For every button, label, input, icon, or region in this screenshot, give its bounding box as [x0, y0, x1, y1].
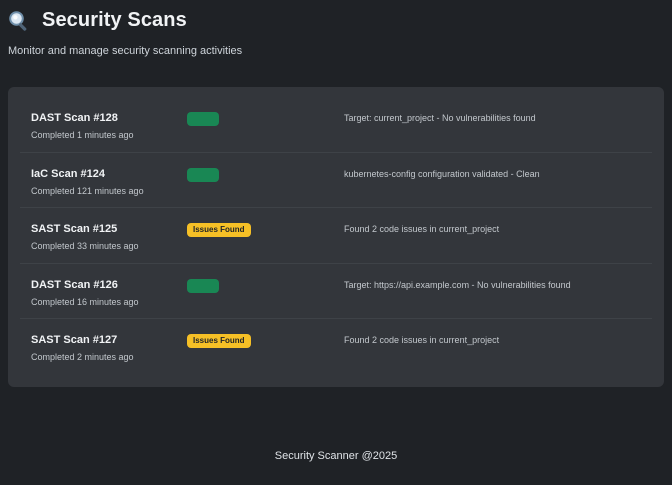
- scan-row[interactable]: SAST Scan #127 Completed 2 minutes ago I…: [20, 319, 652, 375]
- scan-completed-time: Completed 121 minutes ago: [31, 185, 144, 196]
- search-icon: [8, 10, 30, 32]
- scan-completed-time: Completed 33 minutes ago: [31, 241, 139, 251]
- scan-result: kubernetes-config configuration validate…: [344, 168, 540, 179]
- status-badge: Issues Found: [187, 334, 251, 348]
- scan-row[interactable]: SAST Scan #125 Completed 33 minutes ago …: [20, 208, 652, 264]
- scan-row[interactable]: IaC Scan #124 Completed 121 minutes ago …: [20, 153, 652, 208]
- page-header: Security Scans: [8, 9, 187, 32]
- scan-list-card: DAST Scan #128 Completed 1 minutes ago T…: [8, 87, 664, 387]
- status-badge: [187, 112, 219, 126]
- scan-name: DAST Scan #128: [31, 112, 118, 124]
- scan-result: Target: current_project - No vulnerabili…: [344, 113, 536, 123]
- scan-name: IaC Scan #124: [31, 167, 105, 180]
- scan-name: SAST Scan #127: [31, 334, 118, 346]
- scan-completed-time: Completed 16 minutes ago: [31, 296, 139, 307]
- page-subtitle: Monitor and manage security scanning act…: [8, 45, 243, 57]
- page-footer: Security Scanner @2025: [274, 450, 398, 462]
- security-scans-page: Security Scans Monitor and manage securi…: [0, 0, 672, 485]
- scan-result: Target: https://api.example.com - No vul…: [344, 279, 571, 290]
- status-badge: Issues Found: [187, 223, 251, 237]
- scan-completed-time: Completed 1 minutes ago: [31, 130, 134, 140]
- scan-result: Found 2 code issues in current_project: [344, 224, 500, 234]
- scan-name: DAST Scan #126: [31, 278, 118, 291]
- scan-name: SAST Scan #125: [31, 223, 118, 235]
- scan-row[interactable]: DAST Scan #128 Completed 1 minutes ago T…: [20, 97, 652, 153]
- scan-result: Found 2 code issues in current_project: [344, 335, 500, 345]
- page-title: Security Scans: [42, 9, 187, 31]
- status-badge: [187, 167, 219, 182]
- status-badge: [187, 278, 219, 293]
- scan-completed-time: Completed 2 minutes ago: [31, 352, 134, 362]
- scan-row[interactable]: DAST Scan #126 Completed 16 minutes ago …: [20, 264, 652, 319]
